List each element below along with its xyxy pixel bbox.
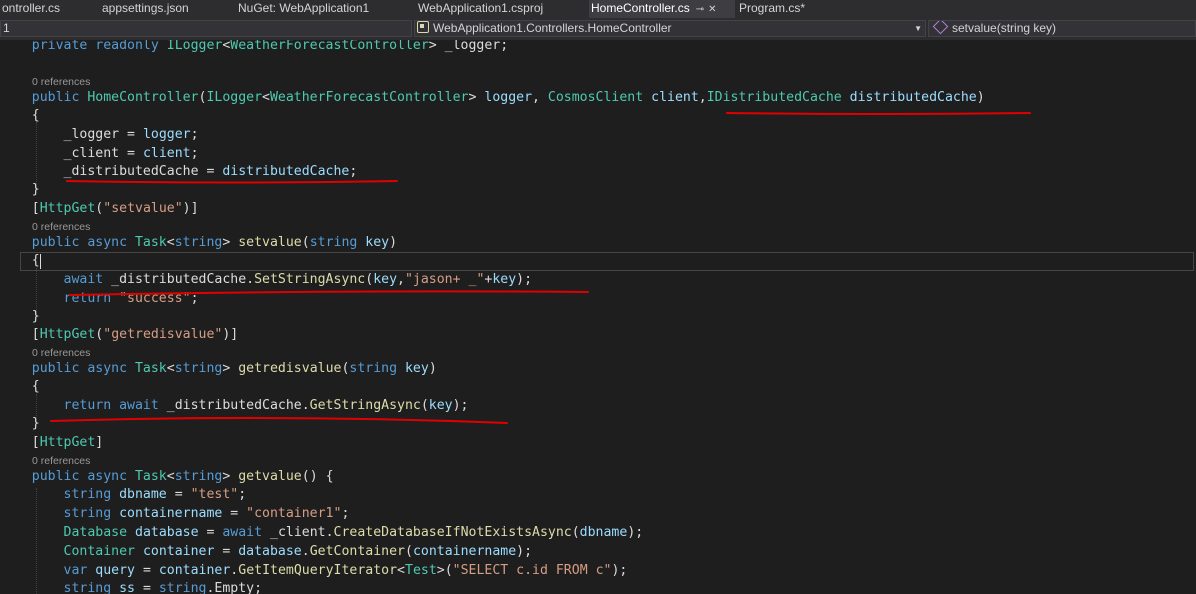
annotation-underline (66, 180, 398, 184)
annotation-underline (726, 112, 1031, 115)
annotation-overlay (50, 112, 1031, 424)
annotation-underline (69, 290, 589, 296)
annotation-underline (50, 416, 508, 424)
